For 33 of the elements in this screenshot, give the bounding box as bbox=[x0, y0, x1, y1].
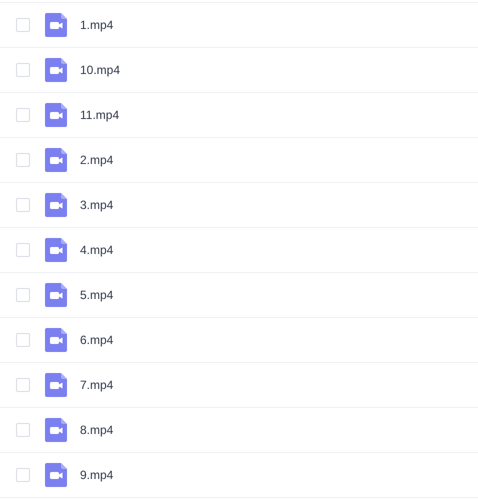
checkbox[interactable] bbox=[16, 63, 30, 77]
video-file-icon bbox=[45, 418, 67, 442]
checkbox[interactable] bbox=[16, 153, 30, 167]
checkbox[interactable] bbox=[16, 108, 30, 122]
checkbox[interactable] bbox=[16, 198, 30, 212]
checkbox[interactable] bbox=[16, 468, 30, 482]
video-file-icon bbox=[45, 463, 67, 487]
checkbox[interactable] bbox=[16, 423, 30, 437]
file-name[interactable]: 1.mp4 bbox=[80, 16, 114, 34]
video-file-icon bbox=[45, 58, 67, 82]
video-file-icon bbox=[45, 328, 67, 352]
checkbox[interactable] bbox=[16, 378, 30, 392]
checkbox[interactable] bbox=[16, 288, 30, 302]
file-name[interactable]: 8.mp4 bbox=[80, 421, 114, 439]
video-file-icon bbox=[45, 148, 67, 172]
checkbox[interactable] bbox=[16, 333, 30, 347]
video-file-icon bbox=[45, 103, 67, 127]
video-file-icon bbox=[45, 238, 67, 262]
file-name[interactable]: 9.mp4 bbox=[80, 466, 114, 484]
video-file-icon bbox=[45, 283, 67, 307]
file-name[interactable]: 11.mp4 bbox=[80, 106, 120, 124]
file-name[interactable]: 6.mp4 bbox=[80, 331, 114, 349]
file-name[interactable]: 7.mp4 bbox=[80, 376, 114, 394]
file-name[interactable]: 3.mp4 bbox=[80, 196, 114, 214]
video-file-icon bbox=[45, 373, 67, 397]
file-name[interactable]: 2.mp4 bbox=[80, 151, 114, 169]
video-file-icon bbox=[45, 13, 67, 37]
file-name[interactable]: 5.mp4 bbox=[80, 286, 114, 304]
checkbox[interactable] bbox=[16, 18, 30, 32]
checkbox[interactable] bbox=[16, 243, 30, 257]
file-name[interactable]: 4.mp4 bbox=[80, 241, 114, 259]
video-file-icon bbox=[45, 193, 67, 217]
file-name[interactable]: 10.mp4 bbox=[80, 61, 120, 79]
